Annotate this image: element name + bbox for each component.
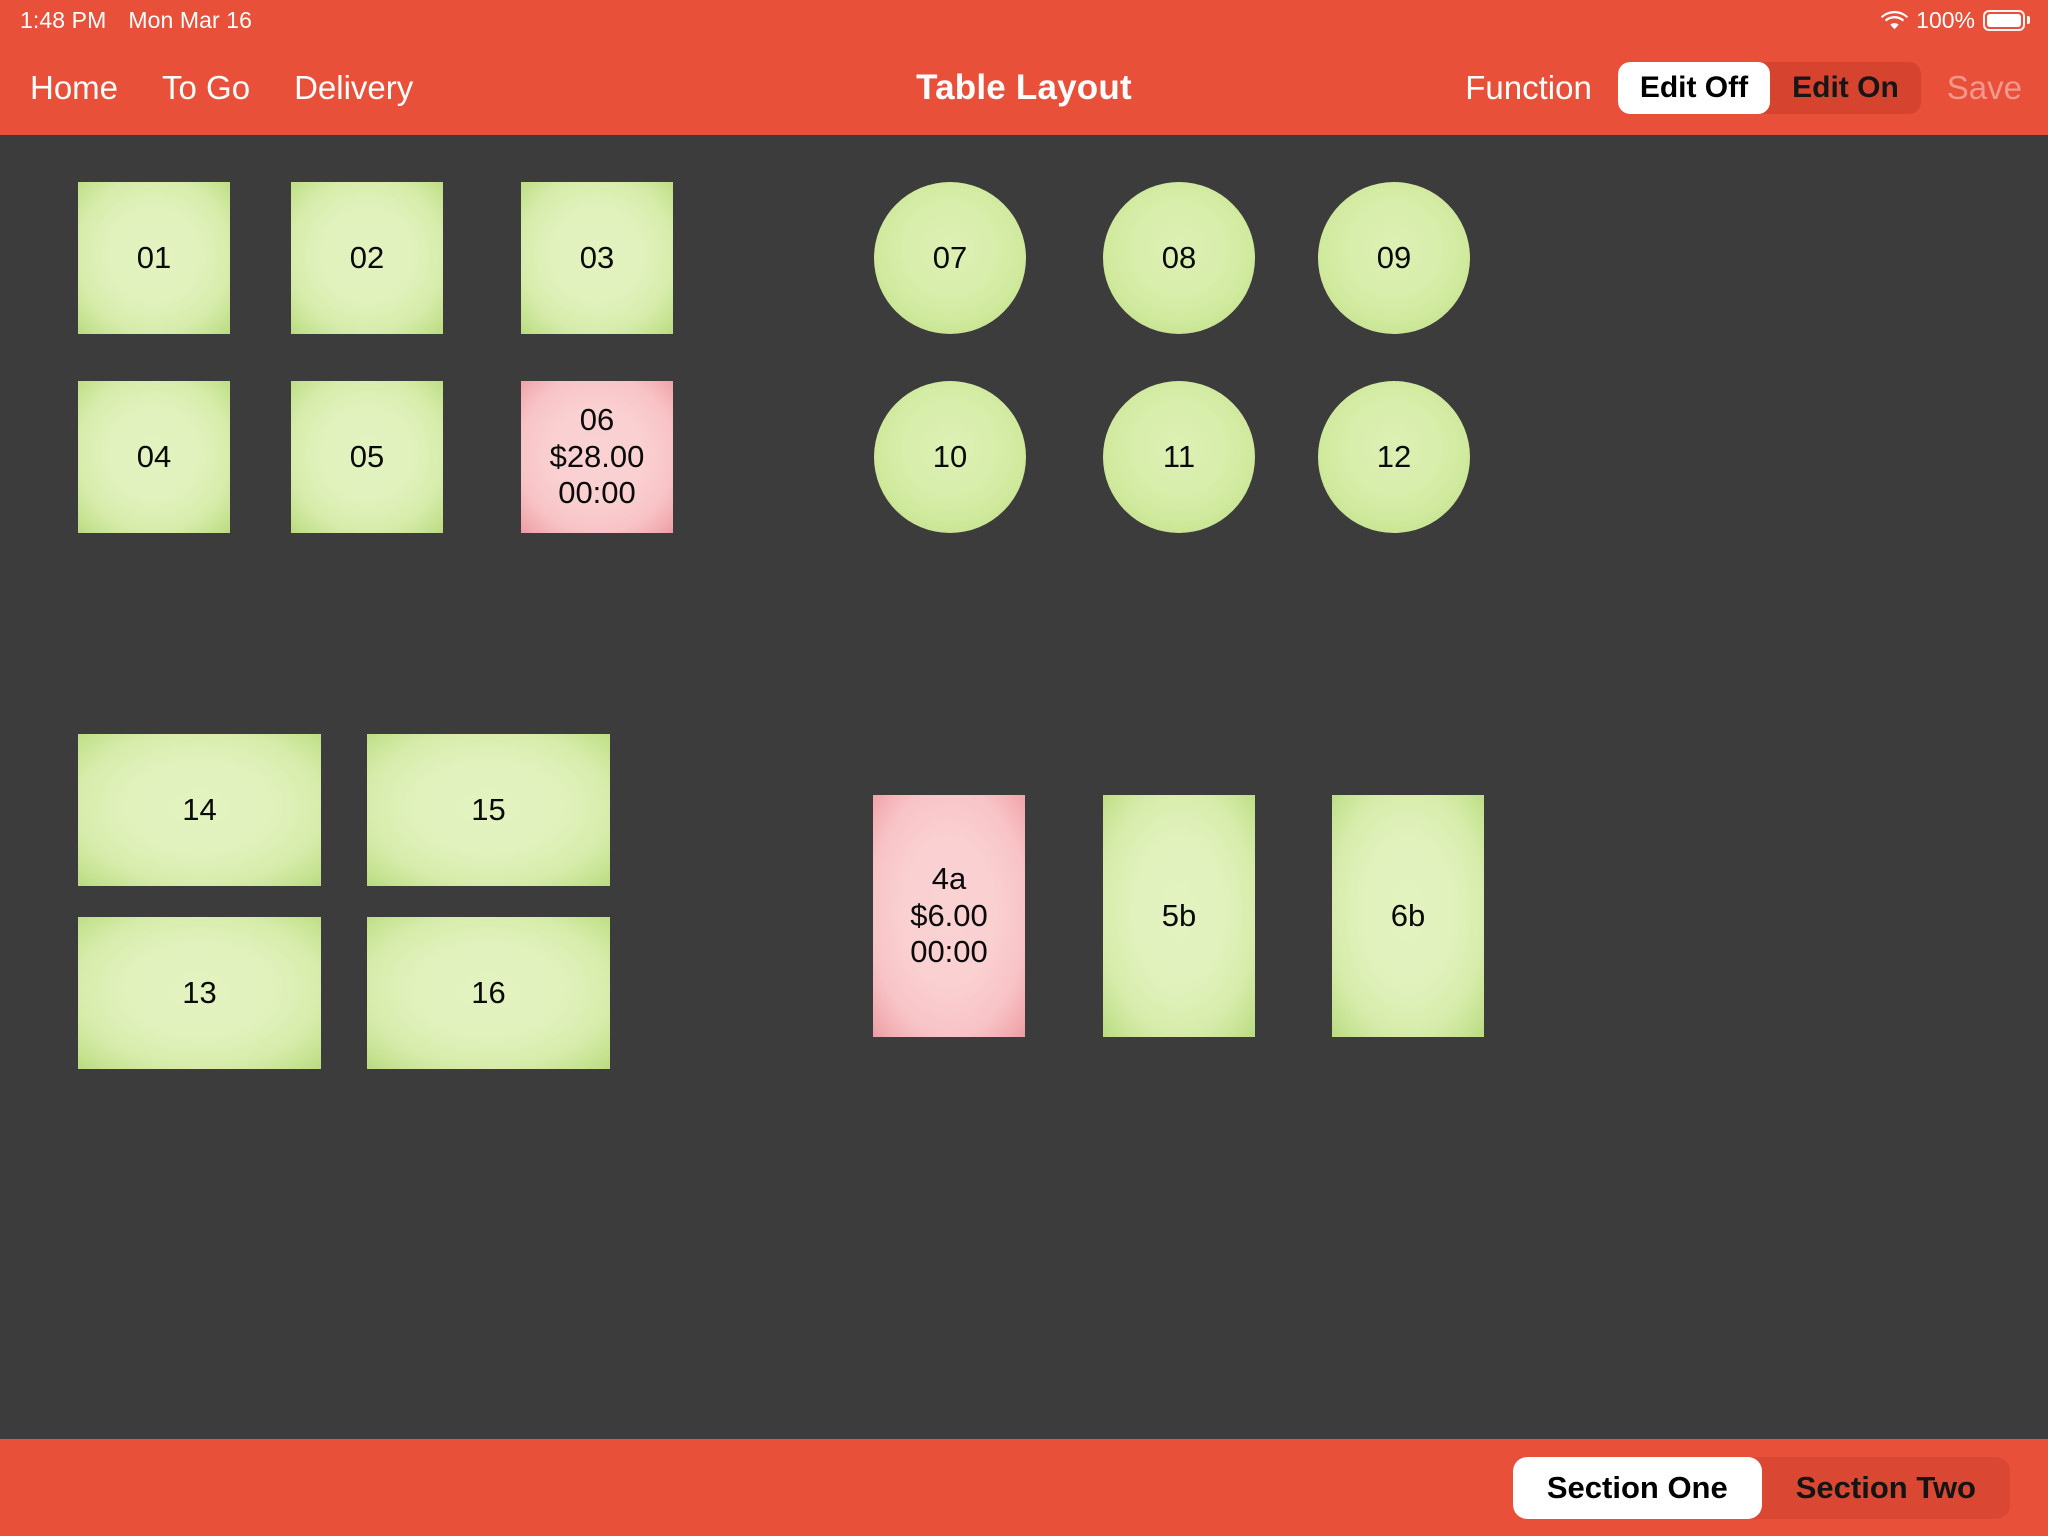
segment-section-two[interactable]: Section Two	[1762, 1457, 2010, 1519]
table-label: 05	[349, 438, 385, 474]
status-date: Mon Mar 16	[128, 6, 253, 33]
table-label: 4a $6.00 00:00	[910, 861, 988, 970]
table-layout-app: 1:48 PM Mon Mar 16 100% Home To Go Deliv…	[0, 0, 2048, 1536]
table-07[interactable]: 07	[874, 182, 1026, 334]
section-segmented-control[interactable]: Section One Section Two	[1512, 1456, 2010, 1519]
table-08[interactable]: 08	[1103, 182, 1255, 334]
status-time: 1:48 PM	[20, 6, 107, 33]
nav-bar: Home To Go Delivery Table Layout Functio…	[0, 40, 2048, 135]
segment-edit-on[interactable]: Edit On	[1770, 62, 1921, 114]
segment-edit-off[interactable]: Edit Off	[1617, 61, 1771, 114]
table-09[interactable]: 09	[1318, 182, 1470, 334]
table-label: 02	[349, 239, 385, 275]
table-16[interactable]: 16	[367, 917, 610, 1069]
status-bar: 1:48 PM Mon Mar 16 100%	[0, 0, 2048, 40]
table-label: 10	[932, 438, 968, 474]
table-label: 5b	[1161, 897, 1197, 933]
table-05[interactable]: 05	[291, 381, 443, 533]
table-11[interactable]: 11	[1103, 381, 1255, 533]
table-02[interactable]: 02	[291, 182, 443, 334]
save-button[interactable]: Save	[1947, 71, 2022, 104]
table-label: 03	[579, 239, 615, 275]
nav-link-delivery[interactable]: Delivery	[294, 71, 413, 104]
table-5b[interactable]: 5b	[1103, 795, 1255, 1037]
status-bar-right: 100%	[1881, 6, 2048, 33]
table-04[interactable]: 04	[78, 381, 230, 533]
table-4a[interactable]: 4a $6.00 00:00	[873, 795, 1025, 1037]
table-label: 12	[1376, 438, 1412, 474]
table-6b[interactable]: 6b	[1332, 795, 1484, 1037]
table-label: 16	[471, 974, 506, 1010]
table-label: 6b	[1390, 897, 1426, 933]
table-label: 11	[1162, 438, 1196, 474]
table-label: 06 $28.00 00:00	[549, 402, 645, 511]
nav-links: Home To Go Delivery	[30, 40, 413, 135]
table-13[interactable]: 13	[78, 917, 321, 1069]
battery-full-icon	[1983, 9, 2030, 31]
status-bar-left: 1:48 PM Mon Mar 16	[0, 6, 253, 33]
bottom-bar: Section One Section Two	[0, 1439, 2048, 1536]
edit-mode-segmented-control[interactable]: Edit Off Edit On	[1617, 61, 1921, 114]
table-06[interactable]: 06 $28.00 00:00	[521, 381, 673, 533]
table-03[interactable]: 03	[521, 182, 673, 334]
segment-section-one[interactable]: Section One	[1512, 1456, 1762, 1519]
table-label: 08	[1161, 239, 1197, 275]
table-label: 15	[471, 791, 506, 827]
table-14[interactable]: 14	[78, 734, 321, 886]
table-label: 09	[1376, 239, 1412, 275]
table-label: 13	[182, 974, 217, 1010]
table-label: 14	[182, 791, 217, 827]
battery-percent: 100%	[1916, 6, 1975, 33]
table-01[interactable]: 01	[78, 182, 230, 334]
table-10[interactable]: 10	[874, 381, 1026, 533]
table-label: 07	[932, 239, 968, 275]
floor-plan-canvas[interactable]: 01 02 03 04 05 06 $28.00 00:00 07 08 09 10 11 12 14 1…	[0, 135, 2048, 1439]
wifi-icon	[1881, 10, 1909, 30]
table-label: 04	[136, 438, 172, 474]
nav-link-to-go[interactable]: To Go	[162, 71, 250, 104]
table-label: 01	[136, 239, 172, 275]
table-12[interactable]: 12	[1318, 381, 1470, 533]
function-button[interactable]: Function	[1465, 71, 1592, 104]
nav-right-group: Function Edit Off Edit On Save	[1465, 40, 2022, 135]
nav-link-home[interactable]: Home	[30, 71, 118, 104]
table-15[interactable]: 15	[367, 734, 610, 886]
